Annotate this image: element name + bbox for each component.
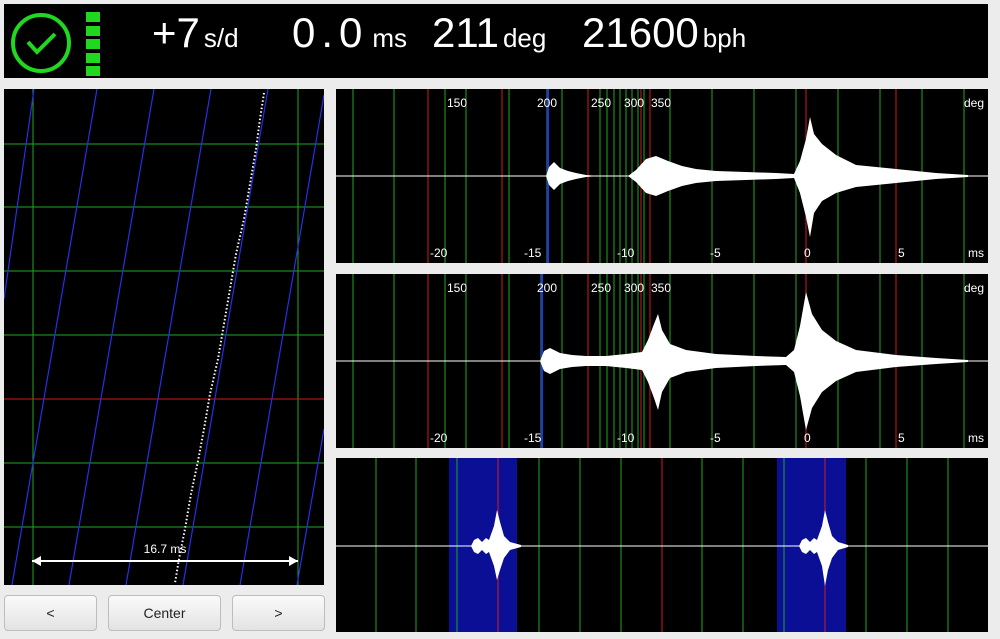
deg-unit: deg	[964, 281, 984, 295]
deg-tick: 250	[591, 96, 611, 110]
ms-unit: ms	[968, 246, 984, 260]
amplitude-value: 211	[432, 9, 499, 56]
deg-tick: 350	[651, 96, 671, 110]
toc-waveform-canvas: 150 200 250 300 350 deg -20 -15 -10 -5 0…	[336, 274, 988, 448]
ms-tick: 0	[804, 246, 811, 260]
tic-waveform-canvas: 150 200 250 300 350 deg -20 -15 -10 -5 0…	[336, 89, 988, 263]
clock-icon	[11, 13, 71, 73]
period-overview-canvas	[336, 458, 988, 632]
ms-tick: -10	[617, 246, 635, 260]
deg-tick: 300	[624, 281, 644, 295]
deg-tick: 150	[447, 281, 467, 295]
timegrapher-plot[interactable]: 16.7 ms	[4, 89, 324, 585]
next-button[interactable]: >	[232, 595, 325, 631]
beat-error-readout: 0.0 ms	[292, 12, 407, 54]
deg-unit: deg	[964, 96, 984, 110]
bph-unit: bph	[702, 23, 747, 53]
amplitude-readout: 211 deg	[432, 12, 546, 54]
ms-tick: 5	[898, 431, 905, 445]
ms-tick: -15	[524, 431, 542, 445]
beat-error-unit: ms	[372, 23, 408, 53]
rate-readout: +7 s/d	[152, 12, 239, 54]
bph-value: 21600	[582, 9, 699, 56]
timegrapher-canvas: 16.7 ms	[4, 89, 324, 585]
period-overview-panel	[336, 458, 988, 632]
deg-tick: 300	[624, 96, 644, 110]
bph-readout: 21600 bph	[582, 12, 746, 54]
deg-tick: 150	[447, 96, 467, 110]
toc-waveform-panel: 150 200 250 300 350 deg -20 -15 -10 -5 0…	[336, 274, 988, 448]
center-button[interactable]: Center	[108, 595, 221, 631]
span-label: 16.7 ms	[144, 542, 187, 556]
rate-value: +7	[152, 9, 200, 56]
tic-waveform-panel: 150 200 250 300 350 deg -20 -15 -10 -5 0…	[336, 89, 988, 263]
ms-tick: -15	[524, 246, 542, 260]
deg-tick: 350	[651, 281, 671, 295]
ms-tick: -10	[617, 431, 635, 445]
ms-tick: 5	[898, 246, 905, 260]
signal-level-indicator	[86, 12, 100, 76]
ms-unit: ms	[968, 431, 984, 445]
amplitude-unit: deg	[502, 23, 547, 53]
previous-button[interactable]: <	[4, 595, 97, 631]
ms-tick: -20	[430, 431, 448, 445]
deg-tick: 200	[537, 281, 557, 295]
ms-tick: -5	[710, 246, 721, 260]
ms-tick: -5	[710, 431, 721, 445]
beat-error-value: 0.0	[292, 9, 369, 56]
status-bar: +7 s/d 0.0 ms 211 deg 21600 bph	[4, 4, 988, 78]
rate-unit: s/d	[203, 23, 239, 53]
ms-tick: -20	[430, 246, 448, 260]
deg-tick: 250	[591, 281, 611, 295]
deg-tick: 200	[537, 96, 557, 110]
ms-tick: 0	[804, 431, 811, 445]
